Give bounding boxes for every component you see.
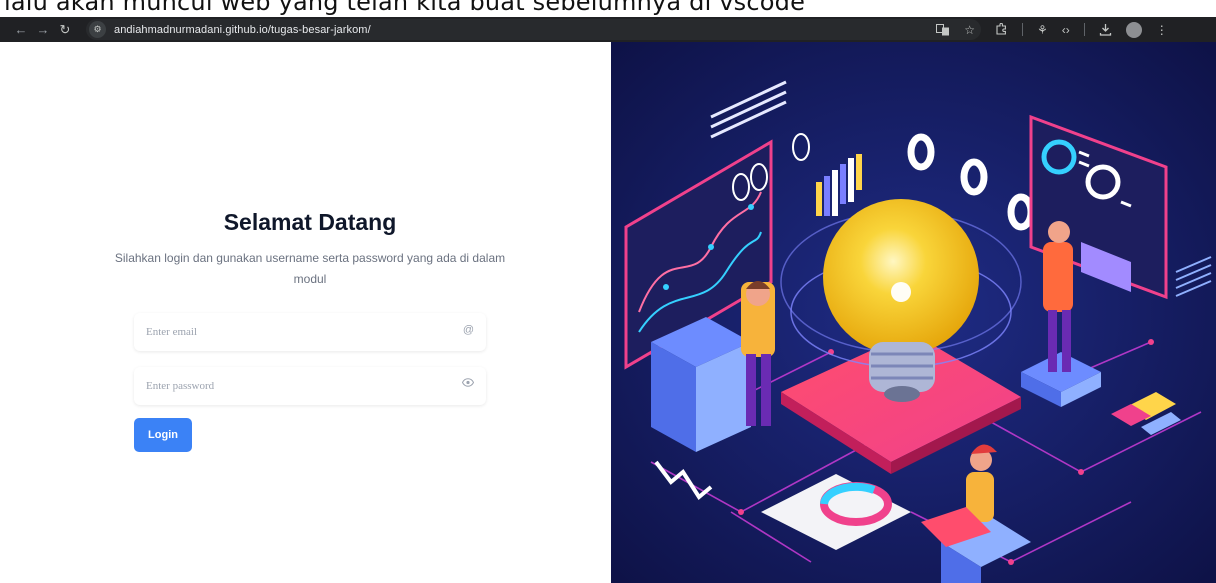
caption-strip: lalu akan muncul web yang telah kita bua… [0, 0, 1216, 17]
read-aloud-icon[interactable]: ⚘ [1037, 19, 1048, 40]
address-bar-actions: ☆ [936, 19, 975, 40]
extensions-icon[interactable] [995, 19, 1008, 40]
caption-text: lalu akan muncul web yang telah kita bua… [4, 0, 806, 16]
illustration-graphic [611, 42, 1216, 583]
forward-arrow-icon[interactable]: → [32, 19, 54, 41]
login-panel: Selamat Datang Silahkan login dan gunaka… [0, 42, 611, 583]
site-settings-icon[interactable]: ⚙ [89, 21, 106, 38]
toolbar-right: ⚘ ‹› ⋮ [995, 19, 1168, 40]
email-field[interactable]: @ [134, 313, 486, 351]
download-icon[interactable] [1099, 19, 1112, 40]
password-field[interactable] [134, 367, 486, 405]
address-bar[interactable]: ⚙ andiahmadnurmadani.github.io/tugas-bes… [86, 19, 981, 40]
dev-tools-icon[interactable]: ‹› [1062, 19, 1070, 40]
browser-toolbar: ← → ↻ ⚙ andiahmadnurmadani.github.io/tug… [0, 17, 1216, 42]
translate-icon[interactable] [936, 19, 950, 40]
email-input[interactable] [134, 313, 486, 351]
url-text[interactable]: andiahmadnurmadani.github.io/tugas-besar… [114, 24, 371, 36]
profile-icon[interactable] [1125, 21, 1142, 38]
back-arrow-icon[interactable]: ← [10, 19, 32, 41]
hero-illustration [611, 42, 1216, 583]
page-title: Selamat Datang [223, 209, 397, 235]
password-input[interactable] [134, 367, 486, 405]
toolbar-divider [1022, 23, 1023, 36]
toolbar-divider [1083, 23, 1085, 36]
reload-icon[interactable]: ↻ [54, 19, 76, 41]
menu-icon[interactable]: ⋮ [1156, 19, 1168, 40]
star-icon[interactable]: ☆ [964, 19, 975, 40]
eye-icon[interactable] [461, 378, 475, 390]
at-sign-icon: @ [462, 324, 474, 336]
login-button[interactable]: Login [134, 418, 192, 452]
login-subtitle: Silahkan login dan gunakan username sert… [114, 251, 506, 286]
